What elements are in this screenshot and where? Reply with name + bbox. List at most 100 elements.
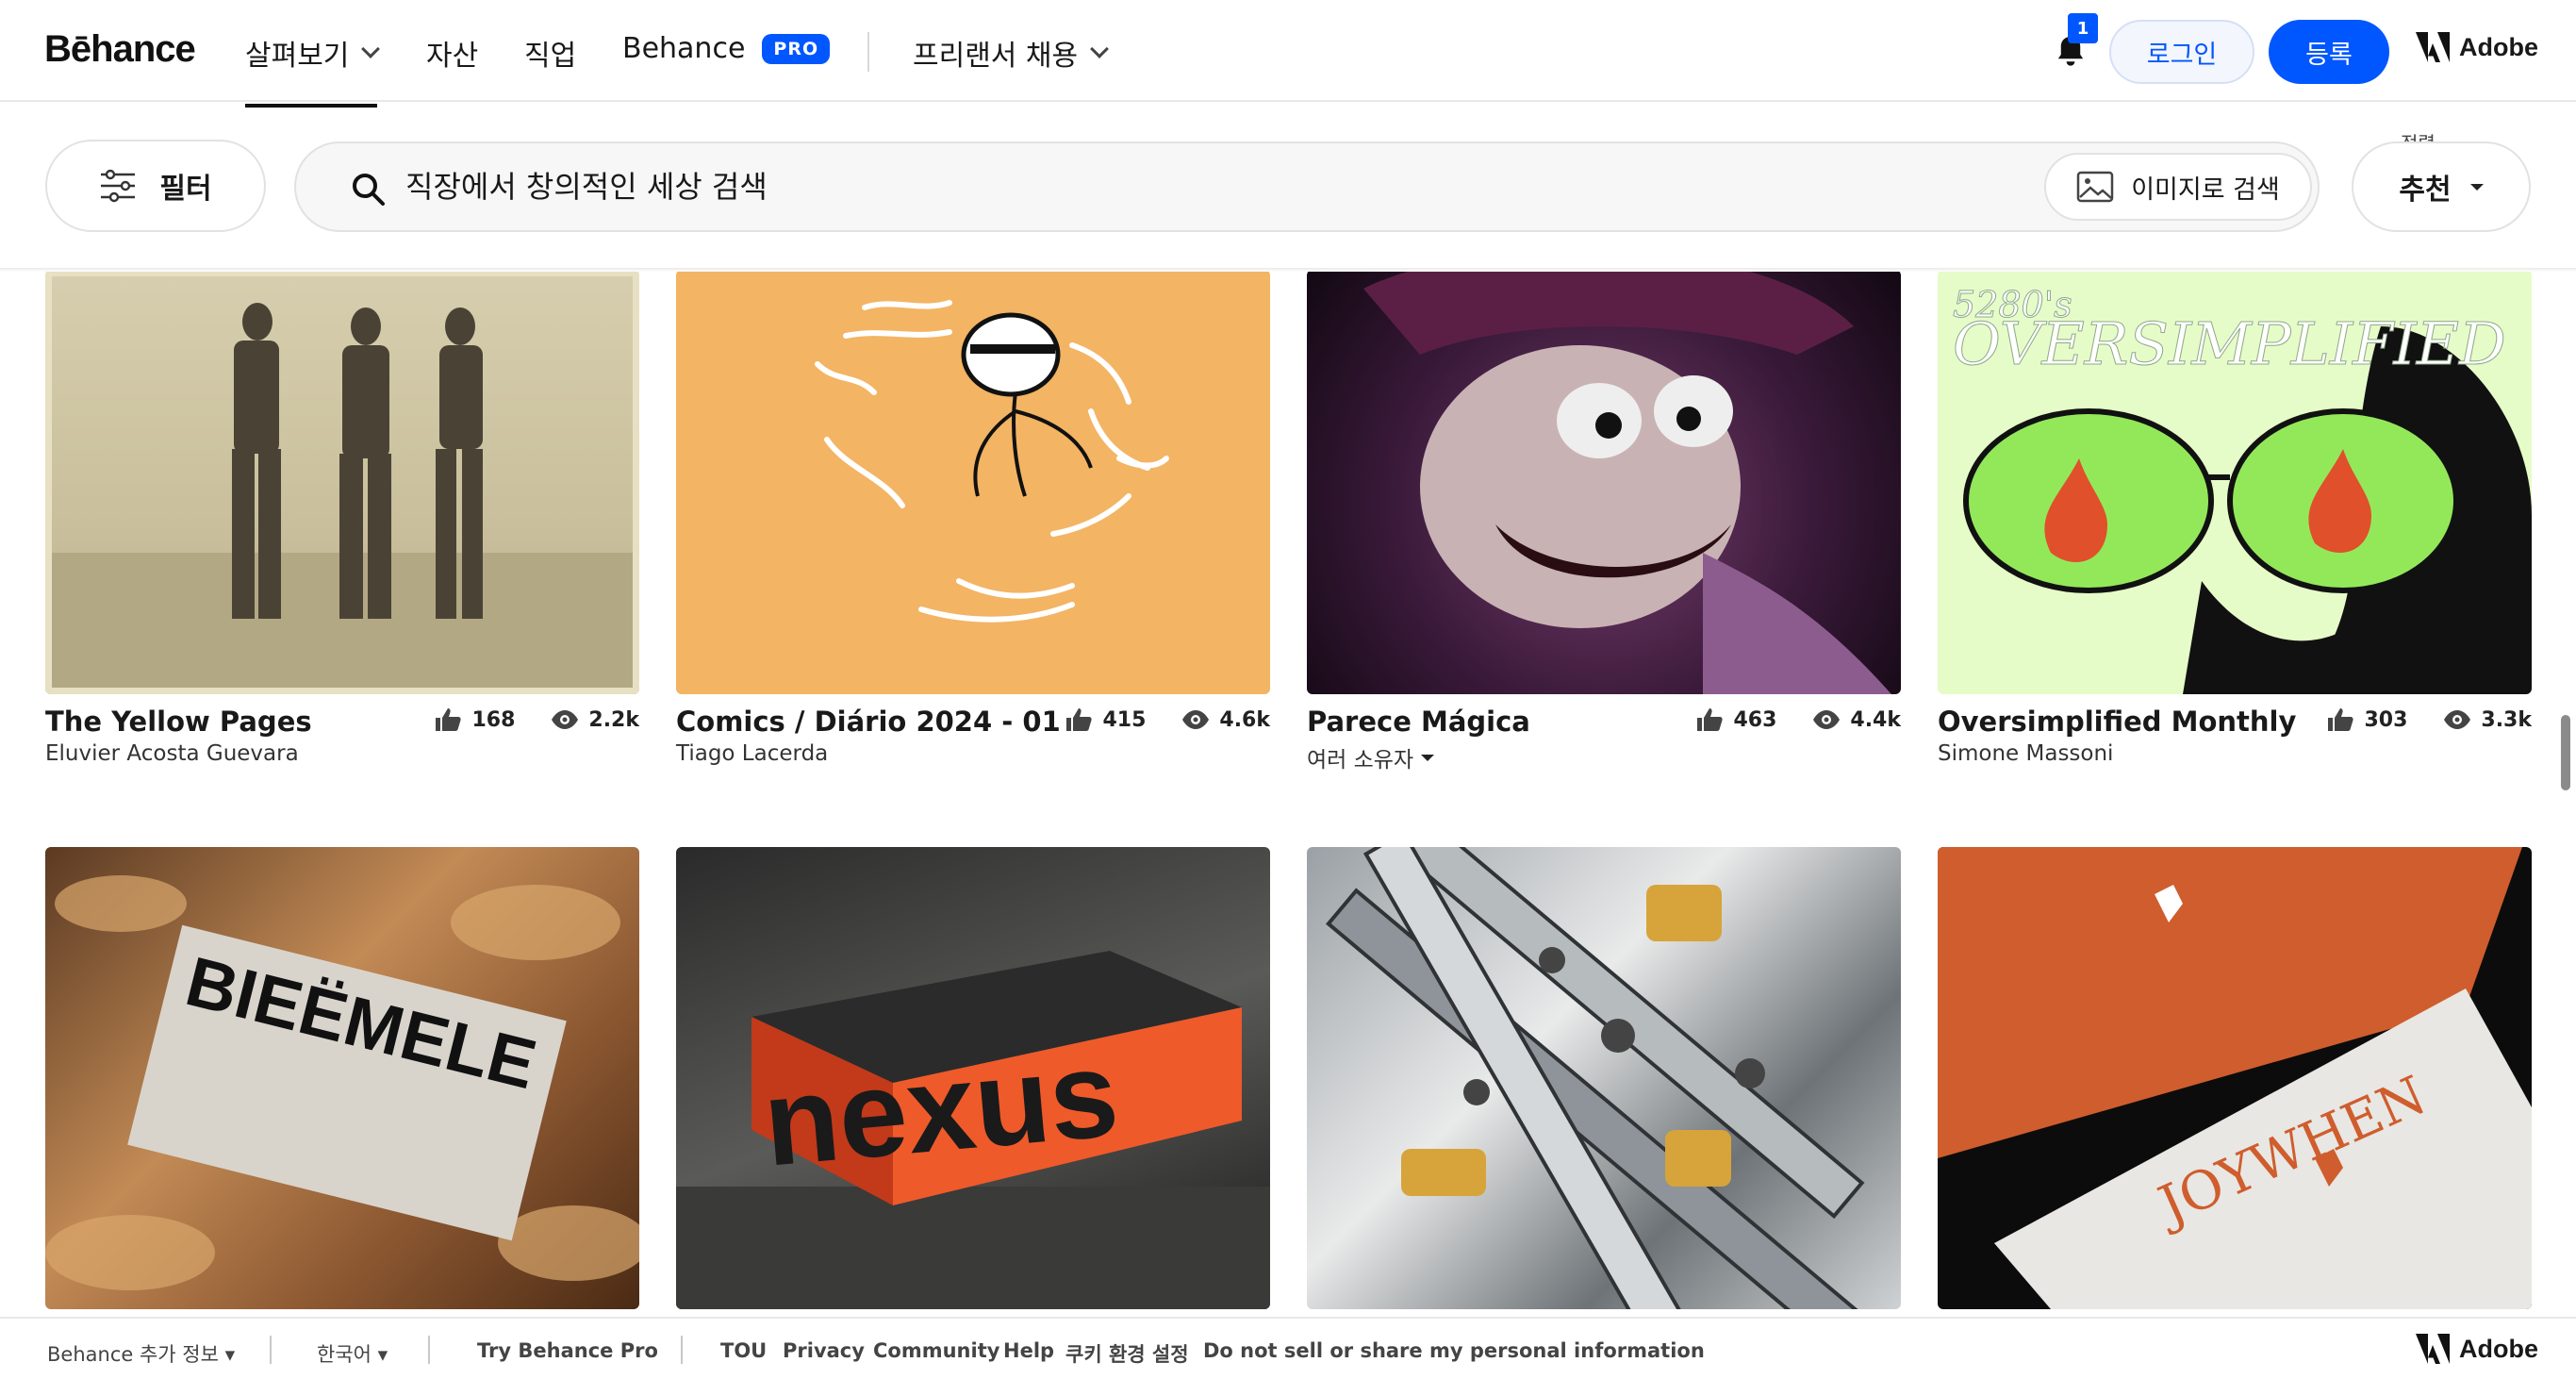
joywhen-cards-art: JOYWHEN: [1938, 847, 2532, 1309]
nav-assets[interactable]: 자산: [426, 32, 478, 74]
view-count: 4.4k: [1850, 707, 1901, 732]
caret-down-icon: [2469, 183, 2484, 191]
thumbs-up-icon: [1066, 708, 1093, 731]
like-count: 463: [1733, 707, 1777, 732]
metal-machine-thumbnail[interactable]: [1307, 847, 1901, 1309]
project-title[interactable]: Oversimplified Monthly: [1938, 706, 2296, 738]
project-card[interactable]: 5280's OVERSIMPLIFIED Oversimplified Mon…: [1938, 270, 2532, 766]
sunglasses-illustration-art: 5280's OVERSIMPLIFIED: [1953, 284, 2532, 694]
footer-link-cookies[interactable]: 쿠키 환경 설정: [1065, 1339, 1189, 1368]
header-divider: [0, 268, 2576, 272]
chevron-down-icon: [1090, 40, 1110, 58]
footer-more-info[interactable]: Behance 추가 정보 ▾: [47, 1339, 235, 1368]
pro-badge: PRO: [762, 33, 831, 64]
owner-name: Eluvier Acosta Guevara: [45, 741, 299, 766]
sort-value: 추천: [2399, 174, 2452, 207]
footer-more-info-label: Behance 추가 정보: [47, 1343, 219, 1366]
thumbs-up-icon: [436, 708, 462, 731]
project-owner[interactable]: Eluvier Acosta Guevara: [45, 741, 299, 766]
adobe-icon: [2416, 32, 2450, 62]
business-card-thumbnail[interactable]: BIEËMELE: [45, 847, 639, 1309]
nexus-box-art: nexus: [676, 951, 1270, 1309]
swimming-comic-art: [815, 300, 1169, 623]
adobe-link[interactable]: Adobe: [2416, 32, 2538, 62]
view-count: 3.3k: [2481, 707, 2532, 732]
footer-adobe-link[interactable]: Adobe: [2416, 1334, 2538, 1364]
thumbs-up-icon: [1697, 708, 1724, 731]
like-count: 303: [2364, 707, 2408, 732]
project-card[interactable]: nexus: [676, 847, 1270, 1309]
swimming-comic-thumbnail[interactable]: [676, 270, 1270, 694]
footer-link-community[interactable]: Community: [873, 1339, 999, 1362]
project-title[interactable]: Parece Mágica: [1307, 706, 1530, 738]
project-title[interactable]: The Yellow Pages: [45, 706, 312, 738]
footer-divider: [428, 1336, 430, 1364]
project-title[interactable]: Comics / Diário 2024 - 01: [676, 706, 1061, 738]
project-card[interactable]: Comics / Diário 2024 - 01 Tiago Lacerda …: [676, 270, 1270, 766]
image-search-label: 이미지로 검색: [2131, 174, 2280, 205]
notification-badge: 1: [2068, 13, 2098, 43]
multiple-owners-dropdown[interactable]: 여러 소유자: [1307, 741, 1435, 773]
nav-behance-label: Behance: [622, 32, 746, 65]
filter-label: 필터: [159, 173, 212, 206]
adobe-icon: [2416, 1334, 2450, 1364]
nav-explore-label: 살펴보기: [245, 40, 350, 73]
fashion-photo-thumbnail[interactable]: [45, 270, 639, 694]
like-count: 168: [471, 707, 516, 732]
project-card[interactable]: BIEËMELE: [45, 847, 639, 1309]
project-stats: 463 4.4k: [1695, 707, 1901, 732]
view-count: 4.6k: [1219, 707, 1270, 732]
footer-link-tou[interactable]: TOU: [720, 1339, 767, 1362]
joywhen-cards-thumbnail[interactable]: JOYWHEN: [1938, 847, 2532, 1309]
eye-icon: [1182, 710, 1210, 729]
project-owner[interactable]: Simone Massoni: [1938, 741, 2113, 766]
nav-jobs[interactable]: 직업: [524, 32, 576, 74]
footer-language[interactable]: 한국어 ▾: [317, 1339, 388, 1368]
search-bar: 이미지로 검색: [294, 141, 2320, 232]
search-input[interactable]: [405, 143, 2008, 230]
nav-hire-freelancers[interactable]: 프리랜서 채용: [913, 32, 1110, 74]
vertical-scrollbar[interactable]: [2561, 715, 2570, 790]
search-icon: [353, 174, 385, 206]
nav-behance-pro[interactable]: Behance PRO: [622, 32, 831, 65]
sliders-icon: [101, 169, 136, 203]
footer-link-do-not-sell[interactable]: Do not sell or share my personal informa…: [1203, 1339, 1705, 1362]
sort-dropdown[interactable]: 추천: [2352, 141, 2531, 232]
project-card[interactable]: [1307, 847, 1901, 1309]
puppet-face-thumbnail[interactable]: [1307, 270, 1901, 694]
project-card[interactable]: The Yellow Pages Eluvier Acosta Guevara …: [45, 270, 639, 766]
project-stats: 168 2.2k: [434, 707, 639, 732]
image-icon: [2076, 171, 2114, 203]
nav-explore[interactable]: 살펴보기: [245, 32, 381, 108]
image-search-button[interactable]: 이미지로 검색: [2044, 153, 2312, 221]
signup-button[interactable]: 등록: [2269, 20, 2389, 84]
footer-link-help[interactable]: Help: [1003, 1339, 1054, 1362]
nexus-box-thumbnail[interactable]: nexus: [676, 847, 1270, 1309]
nav-hire-label: 프리랜서 채용: [913, 40, 1079, 73]
login-button[interactable]: 로그인: [2109, 20, 2254, 84]
sunglasses-illustration-thumbnail[interactable]: 5280's OVERSIMPLIFIED: [1938, 270, 2532, 694]
behance-logo[interactable]: Bēhance: [44, 28, 196, 71]
owner-name: Tiago Lacerda: [676, 741, 829, 766]
nav-divider: [867, 32, 869, 72]
oversimplified-big-text: OVERSIMPLIFIED: [1953, 309, 2506, 378]
caret-down-icon: [1421, 754, 1435, 761]
footer-divider: [681, 1336, 683, 1364]
footer-try-pro[interactable]: Try Behance Pro: [477, 1339, 658, 1362]
owner-name: 여러 소유자: [1307, 748, 1414, 773]
project-owner[interactable]: Tiago Lacerda: [676, 741, 828, 766]
footer-language-label: 한국어: [317, 1343, 372, 1366]
owner-name: Simone Massoni: [1938, 741, 2114, 766]
top-navigation: Bēhance 살펴보기 자산 직업 Behance PRO 프리랜서 채용 1…: [0, 0, 2576, 108]
business-card-art: BIEËMELE: [45, 875, 639, 1290]
project-stats: 303 3.3k: [2326, 707, 2532, 732]
project-card[interactable]: JOYWHEN: [1938, 847, 2532, 1309]
project-card[interactable]: Parece Mágica 여러 소유자 463 4.4k: [1307, 270, 1901, 773]
eye-icon: [552, 710, 579, 729]
filter-button[interactable]: 필터: [45, 140, 266, 232]
footer-link-privacy[interactable]: Privacy: [783, 1339, 865, 1362]
metal-machine-art: [1326, 847, 1865, 1309]
view-count: 2.2k: [588, 707, 639, 732]
like-count: 415: [1102, 707, 1147, 732]
thumbs-up-icon: [2328, 708, 2354, 731]
